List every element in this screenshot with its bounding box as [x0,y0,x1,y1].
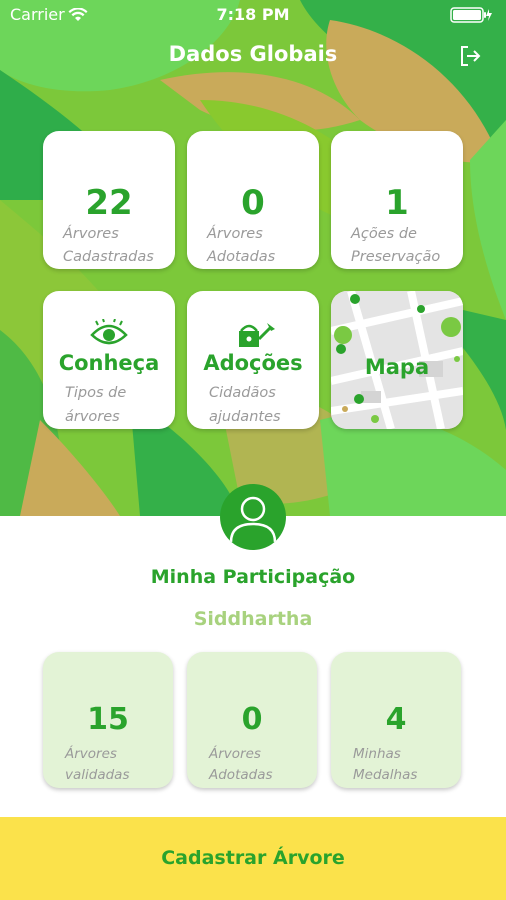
adocoes-card[interactable]: Adoções Cidadãos ajudantes [187,291,319,429]
participation-title: Minha Participação [150,566,356,588]
stat-value: 4 [385,702,407,737]
stat-label: Minhas Medalhas [353,746,418,783]
adocoes-title: Adoções [203,351,303,375]
stat-card-acoes-preservacao[interactable]: 1 Ações de Preservação [331,131,463,269]
stat-label: Árvores Adotadas [209,746,273,783]
stat-value: 22 [85,183,133,223]
stat-label: Árvores validadas [65,746,130,783]
status-bar: Carrier 7:18 PM [0,0,506,30]
user-name: Siddhartha [193,608,313,630]
stat-card-arvores-cadastradas[interactable]: 22 Árvores Cadastradas [43,131,175,269]
cadastrar-arvore-button[interactable]: Cadastrar Árvore [0,817,506,900]
mapa-title: Mapa [364,355,430,379]
stat-value: 0 [241,183,265,223]
eye-icon [43,318,175,353]
avatar[interactable] [220,484,286,550]
stat-value: 0 [241,702,263,737]
battery-icon [450,7,492,27]
participation-card-adotadas[interactable]: 0 Árvores Adotadas [187,652,317,788]
clock: 7:18 PM [216,5,290,24]
conheca-subtitle: Tipos de árvores [65,385,127,425]
stat-label: Ações de Preservação [351,226,441,265]
stat-label: Árvores Cadastradas [63,226,154,265]
participation-card-medalhas[interactable]: 4 Minhas Medalhas [331,652,461,788]
watering-can-icon [187,319,319,353]
stat-value: 15 [87,702,129,737]
participation-card-validadas[interactable]: 15 Árvores validadas [43,652,173,788]
user-icon [229,496,277,543]
stat-value: 1 [385,183,409,223]
page-title: Dados Globais [168,42,338,66]
logout-icon[interactable] [458,44,482,68]
stat-label: Árvores Adotadas [207,226,276,265]
conheca-card[interactable]: Conheça Tipos de árvores [43,291,175,429]
adocoes-subtitle: Cidadãos ajudantes [209,385,281,425]
stat-card-arvores-adotadas[interactable]: 0 Árvores Adotadas [187,131,319,269]
conheca-title: Conheça [58,351,160,375]
mapa-card[interactable]: Mapa [331,291,463,429]
